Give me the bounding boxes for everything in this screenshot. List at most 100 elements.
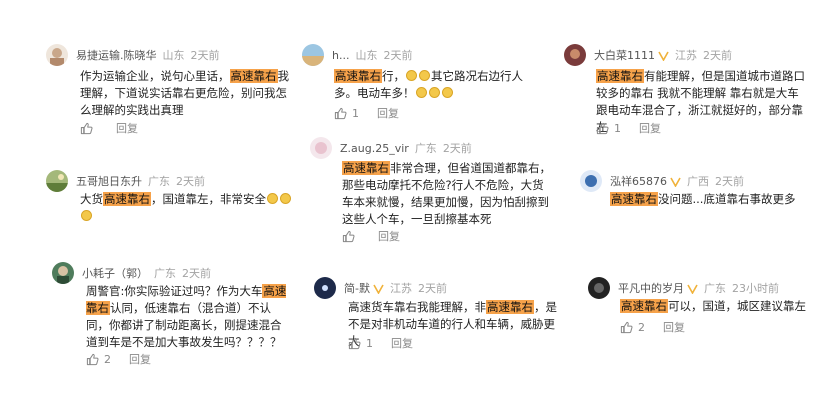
- like-button[interactable]: [342, 230, 360, 243]
- avatar[interactable]: [314, 277, 336, 299]
- reply-button[interactable]: 回复: [391, 335, 413, 351]
- keyword-highlight: 高速靠右: [342, 161, 390, 175]
- keyword-highlight: 高速靠右: [620, 299, 668, 313]
- comment-header: 易捷运输.陈晓华 山东 2天前: [46, 44, 220, 66]
- keyword-highlight: 高速靠右: [596, 69, 644, 83]
- emoji-icon: [428, 87, 440, 98]
- like-button[interactable]: 2: [620, 321, 645, 334]
- reply-button[interactable]: 回复: [116, 120, 138, 136]
- like-count: 1: [366, 336, 373, 350]
- timestamp: 2天前: [383, 49, 413, 62]
- username[interactable]: Z.aug.25_vir: [340, 142, 409, 155]
- comment-text: 高速靠右非常合理，但省道国道都靠右，那些电动摩托不危险?行人不危险，大货车本来就…: [342, 161, 551, 226]
- avatar[interactable]: [46, 44, 68, 66]
- like-count: 1: [614, 121, 621, 135]
- thumbs-up-icon: [86, 353, 99, 365]
- comment-actions: 2 回复: [86, 351, 151, 367]
- vip-badge-icon: [658, 46, 669, 65]
- avatar[interactable]: [310, 137, 332, 159]
- keyword-highlight: 高速靠右: [229, 69, 278, 83]
- username[interactable]: 大白菜1111: [594, 47, 655, 63]
- username[interactable]: 五哥旭日东升: [76, 173, 142, 189]
- vip-badge-icon: [373, 279, 384, 298]
- like-count: 1: [352, 106, 359, 120]
- like-button[interactable]: 2: [86, 353, 111, 366]
- thumbs-up-icon: [348, 337, 361, 349]
- timestamp: 2天前: [442, 142, 472, 155]
- comment-header: 泓祥65876 广西 2天前: [580, 170, 744, 192]
- keyword-highlight: 高速靠右: [103, 192, 151, 206]
- comment-card: 小耗子（郭） 广东 2天前 周警官:你实际验证过吗？作为大车高速靠右认同，低速靠…: [52, 262, 302, 372]
- keyword-highlight: 高速靠右: [486, 300, 534, 314]
- reply-button[interactable]: 回复: [639, 120, 661, 136]
- comment-text: 高速靠右可以，国道，城区建议靠左: [620, 299, 806, 313]
- emoji-icon: [81, 210, 92, 221]
- comment-text: 作为运输企业，说句心里话，高速靠右我理解，下道说实话靠右更危险，别问我怎么理解的…: [80, 69, 289, 117]
- comment-text: 高速靠右没问题...底道靠右事故更多: [610, 192, 796, 206]
- comment-header: 五哥旭日东升 广东 2天前: [46, 170, 205, 192]
- reply-button[interactable]: 回复: [129, 351, 151, 367]
- comment-header: 简-默 江苏 2天前: [314, 277, 447, 299]
- emoji-icon: [419, 70, 430, 81]
- emoji-icon: [280, 193, 291, 204]
- comment-text: 大货高速靠右，国道靠左，非常安全: [80, 191, 300, 225]
- like-button[interactable]: 1: [596, 122, 621, 135]
- comment-header: Z.aug.25_vir 广东 2天前: [310, 137, 472, 159]
- comment-actions: 回复: [80, 120, 138, 136]
- emoji-icon: [267, 193, 278, 204]
- username[interactable]: 泓祥65876: [610, 173, 667, 189]
- username[interactable]: h...: [332, 49, 349, 62]
- avatar[interactable]: [46, 170, 68, 192]
- location: 山东: [162, 49, 185, 62]
- like-button[interactable]: [80, 122, 98, 135]
- location: 广东: [148, 175, 170, 188]
- username[interactable]: 易捷运输.陈晓华: [76, 47, 157, 63]
- username[interactable]: 简-默: [344, 280, 370, 296]
- comment-card: 五哥旭日东升 广东 2天前 大货高速靠右，国道靠左，非常安全: [46, 170, 296, 230]
- comment-card: 简-默 江苏 2天前 高速货车靠右我能理解，非高速靠右，是不是对非机动车道的行人…: [314, 277, 564, 357]
- reply-button[interactable]: 回复: [378, 228, 400, 244]
- avatar[interactable]: [580, 170, 602, 192]
- avatar[interactable]: [302, 44, 324, 66]
- timestamp: 2天前: [703, 49, 732, 62]
- like-button[interactable]: 1: [334, 107, 359, 120]
- comment-card: h... 山东 2天前 高速靠右行， 其它路况右边行人多。电动车多！ 1 回复: [302, 44, 552, 124]
- like-button[interactable]: 1: [348, 337, 373, 350]
- thumbs-up-icon: [596, 122, 609, 134]
- timestamp: 2天前: [182, 267, 211, 280]
- timestamp: 2天前: [417, 282, 447, 295]
- thumbs-up-icon: [620, 321, 633, 333]
- reply-button[interactable]: 回复: [377, 105, 399, 121]
- comment-card: 泓祥65876 广西 2天前 高速靠右没问题...底道靠右事故更多: [580, 170, 820, 230]
- comment-header: h... 山东 2天前: [302, 44, 412, 66]
- emoji-icon: [415, 87, 427, 98]
- comment-actions: 1 回复: [596, 120, 661, 136]
- keyword-highlight: 高速靠右: [334, 69, 382, 83]
- timestamp: 23小时前: [732, 282, 779, 295]
- username[interactable]: 小耗子（郭）: [82, 265, 148, 281]
- comment-card: 易捷运输.陈晓华 山东 2天前 作为运输企业，说句心里话，高速靠右我理解，下道说…: [46, 44, 296, 144]
- vip-badge-icon: [687, 279, 698, 298]
- comment-header: 大白菜1111 江苏 2天前: [564, 44, 732, 66]
- comment-header: 平凡中的岁月 广东 23小时前: [588, 277, 779, 299]
- avatar[interactable]: [588, 277, 610, 299]
- username[interactable]: 平凡中的岁月: [618, 280, 684, 296]
- like-count: 2: [104, 352, 111, 366]
- timestamp: 2天前: [190, 49, 220, 62]
- location: 广东: [704, 282, 726, 295]
- avatar[interactable]: [52, 262, 74, 284]
- comment-card: Z.aug.25_vir 广东 2天前 高速靠右非常合理，但省道国道都靠右，那些…: [310, 137, 560, 247]
- avatar[interactable]: [564, 44, 586, 66]
- thumbs-up-icon: [334, 107, 347, 119]
- reply-button[interactable]: 回复: [663, 319, 685, 335]
- timestamp: 2天前: [176, 175, 205, 188]
- comment-text: 高速靠右行， 其它路况右边行人多。电动车多！: [334, 69, 523, 100]
- keyword-highlight: 高速靠右: [610, 192, 658, 206]
- comment-card: 大白菜1111 江苏 2天前 高速靠右有能理解，但是国道城市道路口较多的靠右 我…: [564, 44, 814, 144]
- thumbs-up-icon: [80, 122, 93, 134]
- comment-header: 小耗子（郭） 广东 2天前: [52, 262, 211, 284]
- emoji-icon: [441, 87, 453, 98]
- emoji-icon: [406, 70, 417, 81]
- location: 山东: [355, 49, 378, 62]
- location: 江苏: [389, 282, 412, 295]
